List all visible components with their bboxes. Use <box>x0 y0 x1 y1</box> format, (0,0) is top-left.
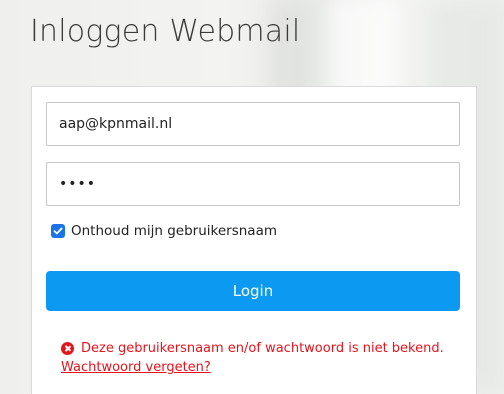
remember-checkbox[interactable] <box>51 224 65 238</box>
password-field[interactable] <box>46 162 460 206</box>
email-field[interactable] <box>46 102 460 146</box>
login-card: Onthoud mijn gebruikersnaam Login Deze g… <box>31 86 477 394</box>
error-message: Deze gebruikersnaam en/of wachtwoord is … <box>81 341 444 356</box>
error-message-row: Deze gebruikersnaam en/of wachtwoord is … <box>61 341 444 356</box>
error-block: Deze gebruikersnaam en/of wachtwoord is … <box>61 341 444 375</box>
forgot-password-link[interactable]: Wachtwoord vergeten? <box>61 360 211 375</box>
remember-row[interactable]: Onthoud mijn gebruikersnaam <box>51 223 277 239</box>
login-button[interactable]: Login <box>46 271 460 311</box>
checkmark-icon <box>53 227 63 235</box>
page-title: Inloggen Webmail <box>30 14 301 49</box>
error-x-circle-icon <box>61 342 74 355</box>
remember-label: Onthoud mijn gebruikersnaam <box>71 223 277 239</box>
